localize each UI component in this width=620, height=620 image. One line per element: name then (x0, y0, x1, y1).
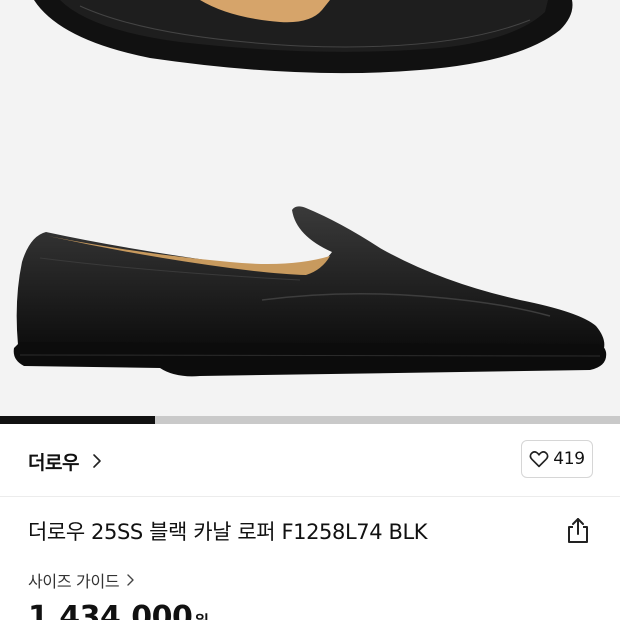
size-guide-link[interactable]: 사이즈 가이드 (28, 568, 137, 592)
section-divider (0, 496, 620, 497)
heart-icon (529, 451, 549, 468)
share-icon (568, 518, 588, 543)
brand-row: 더로우 419 (0, 424, 620, 496)
price: 1,434,000 원 (28, 600, 209, 620)
share-button[interactable] (564, 516, 592, 546)
image-carousel-progress (0, 416, 620, 424)
chevron-right-icon (127, 574, 135, 586)
like-count: 419 (553, 449, 585, 469)
brand-link[interactable]: 더로우 (28, 448, 105, 474)
price-value: 1,434,000 (28, 600, 193, 620)
chevron-right-icon (93, 454, 101, 468)
size-guide-label: 사이즈 가이드 (28, 572, 120, 591)
brand-name: 더로우 (28, 451, 79, 474)
progress-fill (0, 416, 155, 424)
like-button[interactable]: 419 (521, 440, 593, 478)
price-currency: 원 (194, 608, 209, 620)
loafer-illustration (13, 0, 607, 377)
product-title: 더로우 25SS 블랙 카날 로퍼 F1258L74 BLK (28, 520, 428, 544)
product-image[interactable] (0, 0, 620, 416)
